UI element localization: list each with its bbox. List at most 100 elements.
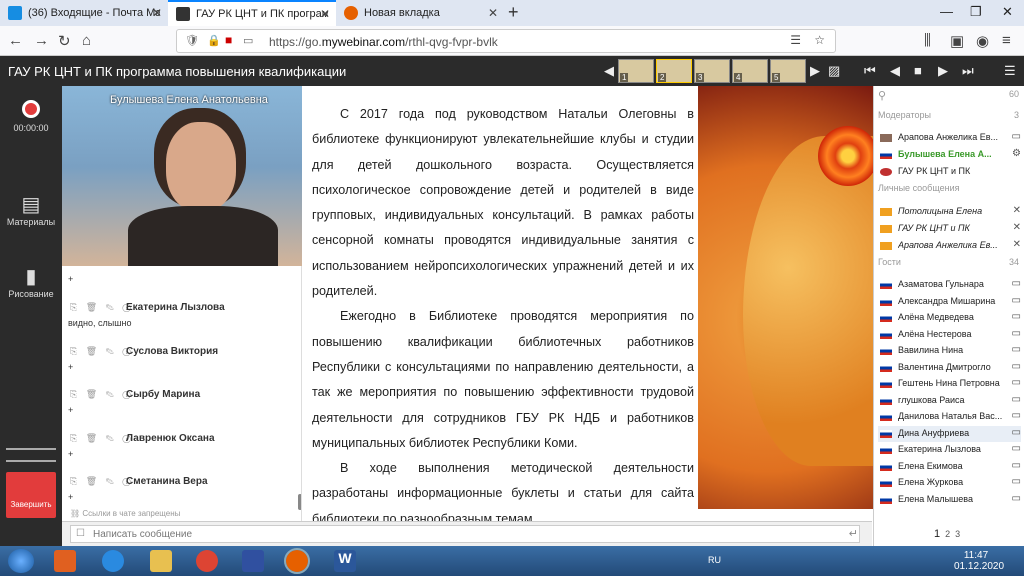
home-icon[interactable]: ⌂ (82, 32, 91, 49)
clock[interactable]: 11:47 01.12.2020 (954, 550, 1004, 572)
thumbs-prev-icon[interactable]: ◀ (604, 63, 614, 79)
url-text[interactable]: https://go.mywebinar.com/rthl-qvg-fvpr-b… (269, 35, 498, 49)
close-icon[interactable]: ✕ (1013, 205, 1021, 216)
microphone-icon[interactable]: ▭ (243, 34, 253, 47)
close-tab-icon[interactable]: ✕ (152, 6, 162, 20)
guest-row[interactable]: Гештень Нина Петровна ▭ (878, 376, 1021, 392)
chrome-icon[interactable] (196, 550, 218, 572)
tab-new[interactable]: Новая вкладка ✕ (336, 0, 504, 26)
gear-icon[interactable]: ⚙ (1012, 148, 1021, 159)
guest-row[interactable]: Елена Малышева ▭ (878, 492, 1021, 508)
guest-row[interactable]: Елена Журкова ▭ (878, 475, 1021, 491)
tab-mail[interactable]: (36) Входящие - Почта Mail.ru✕ (0, 0, 168, 26)
send-icon[interactable]: ↵ (849, 527, 858, 540)
private-row[interactable]: Потолицына Елена ✕ (878, 204, 1021, 220)
moderator-row[interactable]: Арапова Анжелика Ев... ▭ (878, 130, 1021, 146)
slide-thumbnail[interactable]: 1 (618, 59, 654, 83)
guest-row[interactable]: Данилова Наталья Вас... ▭ (878, 409, 1021, 425)
thumbs-next-icon[interactable]: ▶ (810, 63, 820, 79)
reader-icon[interactable]: ☰ (790, 33, 801, 47)
mic-slider[interactable] (6, 460, 56, 462)
chat-message: ⎘ 🗑 ✎ ⓘ Суслова Виктория + (68, 346, 219, 372)
monitor-icon: ▭ (1011, 377, 1021, 388)
moderator-row[interactable]: ГАУ РК ЦНТ и ПК (878, 164, 1021, 180)
guest-row[interactable]: Азаматова Гульнара ▭ (878, 277, 1021, 293)
firefox-icon[interactable] (284, 548, 310, 574)
guest-row[interactable]: глушкова Раиса ▭ (878, 393, 1021, 409)
attach-icon[interactable]: ☐ (76, 528, 85, 539)
reload-icon[interactable]: ↻ (58, 32, 71, 50)
drawing-button[interactable]: ▮ Рисование (0, 264, 62, 299)
first-slide-icon[interactable]: ⏮ (864, 63, 876, 79)
library-icon[interactable]: ⫼ (924, 32, 931, 49)
internet-explorer-icon[interactable] (102, 550, 124, 572)
monitor-icon: ▭ (1011, 492, 1021, 504)
lock-icon[interactable]: 🔒 (207, 34, 221, 47)
prev-slide-icon[interactable]: ◀ (890, 63, 900, 79)
camera-icon[interactable]: ■ (225, 33, 232, 47)
monitor-icon: ▭ (1011, 393, 1021, 405)
message-actions[interactable]: ⎘ 🗑 ✎ ⓘ (70, 476, 134, 487)
minimize-button[interactable]: — (940, 4, 953, 19)
back-icon[interactable]: ← (8, 32, 23, 49)
media-player-icon[interactable] (54, 550, 76, 572)
materials-button[interactable]: ▤ Материалы (0, 192, 62, 227)
guest-row[interactable]: Екатерина Лызлова ▭ (878, 442, 1021, 458)
guest-row[interactable]: Алёна Медведева ▭ (878, 310, 1021, 326)
language-indicator[interactable]: RU (708, 555, 721, 565)
app-icon[interactable] (242, 550, 264, 572)
maximize-button[interactable]: ❐ (970, 4, 982, 20)
message-input[interactable]: Написать сообщение (70, 525, 860, 543)
guest-row[interactable]: Дина Ануфриева ▭ (878, 425, 1021, 442)
start-button[interactable] (8, 549, 34, 573)
next-slide-icon[interactable]: ▶ (938, 63, 948, 79)
guest-row[interactable]: Елена Екимова ▭ (878, 459, 1021, 475)
close-tab-icon[interactable]: ✕ (320, 7, 330, 21)
account-icon[interactable]: ◉ (976, 32, 989, 50)
shield-icon[interactable]: 🛡 (185, 34, 199, 47)
address-bar[interactable]: 🛡 🔒 ■ ▭ https://go.mywebinar.com/rthl-qv… (176, 29, 836, 53)
record-button[interactable]: 00:00:00 (0, 100, 62, 133)
menu-icon[interactable]: ≡ (1002, 32, 1011, 49)
monitor-icon: ▭ (1011, 131, 1021, 142)
new-tab-button[interactable]: + (508, 2, 519, 23)
moderators-header: Модераторы 3 (878, 110, 1019, 120)
message-actions[interactable]: ⎘ 🗑 ✎ ⓘ (70, 302, 134, 313)
slide-thumbnail[interactable]: 3 (694, 59, 730, 83)
moderator-row[interactable]: Булышева Елена А... ⚙ (878, 147, 1021, 163)
slide-thumbnail[interactable]: 5 (770, 59, 806, 83)
tab-webinar[interactable]: ГАУ РК ЦНТ и ПК программа✕ (168, 0, 336, 26)
folder-icon[interactable] (150, 550, 172, 572)
stop-icon[interactable]: ■ (914, 63, 922, 78)
message-actions[interactable]: ⎘ 🗑 ✎ ⓘ (70, 389, 134, 400)
guest-row[interactable]: Вавилина Нина ▭ (878, 343, 1021, 359)
presenter-face (166, 122, 236, 212)
app-menu-icon[interactable]: ☰ (1004, 63, 1016, 79)
finish-button[interactable]: Завершить (6, 472, 56, 518)
message-actions[interactable]: ⎘ 🗑 ✎ ⓘ (70, 433, 134, 444)
volume-slider[interactable] (6, 448, 56, 450)
search-icon[interactable]: ⚲ (878, 90, 886, 102)
bookmark-icon[interactable]: ☆ (814, 33, 825, 47)
flag-icon (880, 330, 892, 339)
close-tab-icon[interactable]: ✕ (488, 6, 498, 20)
image-icon[interactable]: ▨ (828, 63, 840, 79)
guest-row[interactable]: Алёна Нестерова ▭ (878, 327, 1021, 343)
forward-icon[interactable]: → (34, 32, 49, 49)
private-row[interactable]: ГАУ РК ЦНТ и ПК ✕ (878, 221, 1021, 237)
last-slide-icon[interactable]: ⏭ (962, 63, 974, 79)
slide-thumbnail[interactable]: 4 (732, 59, 768, 83)
slide-thumbnail[interactable]: 2 (656, 59, 692, 83)
word-icon[interactable]: W (334, 550, 356, 572)
close-window-button[interactable]: ✕ (1002, 4, 1013, 20)
close-icon[interactable]: ✕ (1013, 222, 1021, 233)
sidebar-icon[interactable]: ▣ (950, 32, 964, 50)
guest-row[interactable]: Александра Мишарина ▭ (878, 294, 1021, 310)
guest-row[interactable]: Валентина Дмитрогло ▭ (878, 360, 1021, 376)
close-icon[interactable]: ✕ (1013, 239, 1021, 250)
message-actions[interactable]: ⎘ 🗑 ✎ ⓘ (70, 346, 134, 357)
presenter-video[interactable]: Булышева Елена Анатольевна (62, 86, 302, 266)
private-row[interactable]: Арапова Анжелика Ев... ✕ (878, 238, 1021, 254)
participants-search[interactable]: ⚲ 60 (878, 89, 1021, 102)
monitor-icon: ▭ (1011, 278, 1021, 289)
